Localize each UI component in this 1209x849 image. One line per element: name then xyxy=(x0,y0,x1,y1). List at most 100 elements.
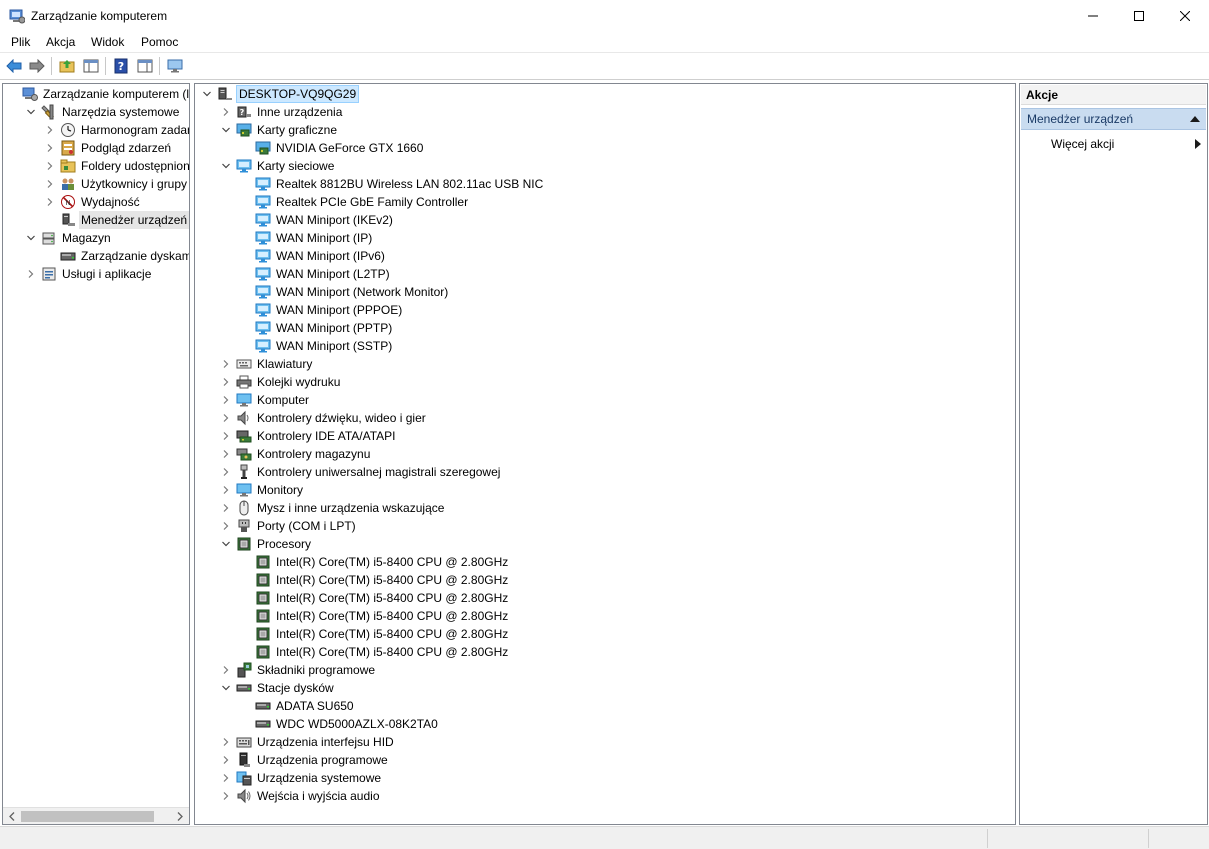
device-item-wan-miniport-l2tp[interactable]: WAN Miniport (L2TP) xyxy=(195,265,995,283)
device-item-intel-r-core-tm-i5-8400-cpu-2-80ghz[interactable]: Intel(R) Core(TM) i5-8400 CPU @ 2.80GHz xyxy=(195,607,995,625)
device-item-porty-com-i-lpt[interactable]: Porty (COM i LPT) xyxy=(195,517,995,535)
device-item-stacje-dyskow[interactable]: Stacje dysków xyxy=(195,679,995,697)
device-item-procesory[interactable]: Procesory xyxy=(195,535,995,553)
device-item-wan-miniport-ipv6[interactable]: WAN Miniport (IPv6) xyxy=(195,247,995,265)
menu-widok[interactable]: Widok xyxy=(91,35,124,49)
tree-item-harmonogram-zadan[interactable]: Harmonogram zadań xyxy=(3,121,189,139)
show-hide-tree-button[interactable] xyxy=(82,57,100,75)
device-item-wan-miniport-sstp[interactable]: WAN Miniport (SSTP) xyxy=(195,337,995,355)
tree-item-narzedzia-systemowe[interactable]: Narzędzia systemowe xyxy=(3,103,189,121)
tree-item-wydajnosc[interactable]: N Wydajność xyxy=(3,193,189,211)
device-item-wan-miniport-ip[interactable]: WAN Miniport (IP) xyxy=(195,229,995,247)
device-item-intel-r-core-tm-i5-8400-cpu-2-80ghz[interactable]: Intel(R) Core(TM) i5-8400 CPU @ 2.80GHz xyxy=(195,589,995,607)
chevron-down-icon[interactable] xyxy=(26,233,36,243)
device-item-kontrolery-ide-ata-atapi[interactable]: Kontrolery IDE ATA/ATAPI xyxy=(195,427,995,445)
device-item-klawiatury[interactable]: Klawiatury xyxy=(195,355,995,373)
device-item-kontrolery-magazynu[interactable]: Kontrolery magazynu xyxy=(195,445,995,463)
device-item-urzadzenia-systemowe[interactable]: Urządzenia systemowe xyxy=(195,769,995,787)
chevron-right-icon[interactable] xyxy=(221,431,231,441)
device-item-wdc-wd5000azlx-08k2ta0[interactable]: WDC WD5000AZLX-08K2TA0 xyxy=(195,715,995,733)
scroll-right-button[interactable] xyxy=(173,810,187,823)
chevron-right-icon[interactable] xyxy=(45,125,55,135)
tree-item-zarzadzanie-dyskami[interactable]: Zarządzanie dyskami xyxy=(3,247,189,265)
tree-item-uslugi-i-aplikacje[interactable]: Usługi i aplikacje xyxy=(3,265,189,283)
chevron-down-icon[interactable] xyxy=(221,683,231,693)
chevron-right-icon[interactable] xyxy=(221,773,231,783)
help-button[interactable]: ? xyxy=(112,57,130,75)
device-item-inne-urzadzenia[interactable]: ? Inne urządzenia xyxy=(195,103,995,121)
chevron-down-icon[interactable] xyxy=(221,125,231,135)
close-button[interactable] xyxy=(1162,0,1208,31)
chevron-right-icon[interactable] xyxy=(221,467,231,477)
device-item-kontrolery-uniwersalnej-magistrali-szeregowej[interactable]: Kontrolery uniwersalnej magistrali szere… xyxy=(195,463,995,481)
device-item-wan-miniport-network-monitor[interactable]: WAN Miniport (Network Monitor) xyxy=(195,283,995,301)
tree-item-podglad-zdarzen[interactable]: Podgląd zdarzeń xyxy=(3,139,189,157)
device-item-kolejki-wydruku[interactable]: Kolejki wydruku xyxy=(195,373,995,391)
device-item-realtek-pcie-gbe-family-controller[interactable]: Realtek PCIe GbE Family Controller xyxy=(195,193,995,211)
device-item-wejscia-i-wyjscia-audio[interactable]: Wejścia i wyjścia audio xyxy=(195,787,995,805)
device-item-wan-miniport-pppoe[interactable]: WAN Miniport (PPPOE) xyxy=(195,301,995,319)
device-item-mysz-i-inne-urzadzenia-wskazujace[interactable]: Mysz i inne urządzenia wskazujące xyxy=(195,499,995,517)
tree-item-zarzadzanie-komputerem-loka[interactable]: Zarządzanie komputerem (loka xyxy=(3,85,189,103)
device-item-skladniki-programowe[interactable]: Składniki programowe xyxy=(195,661,995,679)
menu-plik[interactable]: Plik xyxy=(11,35,30,49)
maximize-button[interactable] xyxy=(1116,0,1162,31)
chevron-right-icon[interactable] xyxy=(26,269,36,279)
chevron-down-icon[interactable] xyxy=(221,539,231,549)
device-item-wan-miniport-ikev2[interactable]: WAN Miniport (IKEv2) xyxy=(195,211,995,229)
device-item-karty-graficzne[interactable]: Karty graficzne xyxy=(195,121,995,139)
chevron-down-icon[interactable] xyxy=(26,107,36,117)
scroll-left-button[interactable] xyxy=(5,810,19,823)
menu-akcja[interactable]: Akcja xyxy=(46,35,75,49)
properties-pane-button[interactable] xyxy=(136,57,154,75)
horizontal-scrollbar[interactable] xyxy=(3,807,189,824)
chevron-right-icon[interactable] xyxy=(221,485,231,495)
back-button[interactable] xyxy=(5,57,23,75)
device-item-intel-r-core-tm-i5-8400-cpu-2-80ghz[interactable]: Intel(R) Core(TM) i5-8400 CPU @ 2.80GHz xyxy=(195,553,995,571)
chevron-right-icon[interactable] xyxy=(221,755,231,765)
chevron-right-icon[interactable] xyxy=(45,197,55,207)
chevron-right-icon[interactable] xyxy=(45,179,55,189)
tree-item-magazyn[interactable]: Magazyn xyxy=(3,229,189,247)
chevron-right-icon[interactable] xyxy=(221,377,231,387)
device-item-nvidia-geforce-gtx-1660[interactable]: NVIDIA GeForce GTX 1660 xyxy=(195,139,995,157)
chevron-right-icon[interactable] xyxy=(221,395,231,405)
chevron-right-icon[interactable] xyxy=(221,737,231,747)
chevron-right-icon[interactable] xyxy=(221,359,231,369)
device-tree-root[interactable]: DESKTOP-VQ9QG29 xyxy=(195,85,995,103)
device-item-adata-su650[interactable]: ADATA SU650 xyxy=(195,697,995,715)
actions-section-device-manager[interactable]: Menedżer urządzeń xyxy=(1021,108,1206,130)
chevron-right-icon[interactable] xyxy=(221,521,231,531)
tree-item-uzytkownicy-i-grupy-lok[interactable]: Użytkownicy i grupy lok xyxy=(3,175,189,193)
device-item-intel-r-core-tm-i5-8400-cpu-2-80ghz[interactable]: Intel(R) Core(TM) i5-8400 CPU @ 2.80GHz xyxy=(195,571,995,589)
collapse-up-icon[interactable] xyxy=(1190,115,1200,123)
device-item-urzadzenia-programowe[interactable]: Urządzenia programowe xyxy=(195,751,995,769)
device-item-intel-r-core-tm-i5-8400-cpu-2-80ghz[interactable]: Intel(R) Core(TM) i5-8400 CPU @ 2.80GHz xyxy=(195,643,995,661)
device-item-wan-miniport-pptp[interactable]: WAN Miniport (PPTP) xyxy=(195,319,995,337)
chevron-right-icon[interactable] xyxy=(221,449,231,459)
device-item-urzadzenia-interfejsu-hid[interactable]: Urządzenia interfejsu HID xyxy=(195,733,995,751)
chevron-right-icon[interactable] xyxy=(45,143,55,153)
minimize-button[interactable] xyxy=(1070,0,1116,31)
monitor-button[interactable] xyxy=(166,57,184,75)
chevron-right-icon[interactable] xyxy=(221,503,231,513)
scrollbar-thumb[interactable] xyxy=(21,811,154,822)
device-item-intel-r-core-tm-i5-8400-cpu-2-80ghz[interactable]: Intel(R) Core(TM) i5-8400 CPU @ 2.80GHz xyxy=(195,625,995,643)
chevron-right-icon[interactable] xyxy=(221,791,231,801)
device-item-kontrolery-dzwieku-wideo-i-gier[interactable]: Kontrolery dźwięku, wideo i gier xyxy=(195,409,995,427)
more-actions-item[interactable]: Więcej akcji xyxy=(1051,135,1114,153)
device-item-monitory[interactable]: Monitory xyxy=(195,481,995,499)
tree-item-menedzer-urzadzen[interactable]: Menedżer urządzeń xyxy=(3,211,189,229)
chevron-right-icon[interactable] xyxy=(45,161,55,171)
menu-pomoc[interactable]: Pomoc xyxy=(141,35,178,49)
chevron-right-icon[interactable] xyxy=(221,665,231,675)
tree-item-foldery-udostepnione[interactable]: Foldery udostępnione xyxy=(3,157,189,175)
chevron-right-icon[interactable] xyxy=(221,107,231,117)
chevron-down-icon[interactable] xyxy=(221,161,231,171)
device-item-karty-sieciowe[interactable]: Karty sieciowe xyxy=(195,157,995,175)
up-button[interactable] xyxy=(58,57,76,75)
chevron-right-icon[interactable] xyxy=(221,413,231,423)
forward-button[interactable] xyxy=(28,57,46,75)
device-item-realtek-8812bu-wireless-lan-802-11ac-usb-nic[interactable]: Realtek 8812BU Wireless LAN 802.11ac USB… xyxy=(195,175,995,193)
device-item-komputer[interactable]: Komputer xyxy=(195,391,995,409)
